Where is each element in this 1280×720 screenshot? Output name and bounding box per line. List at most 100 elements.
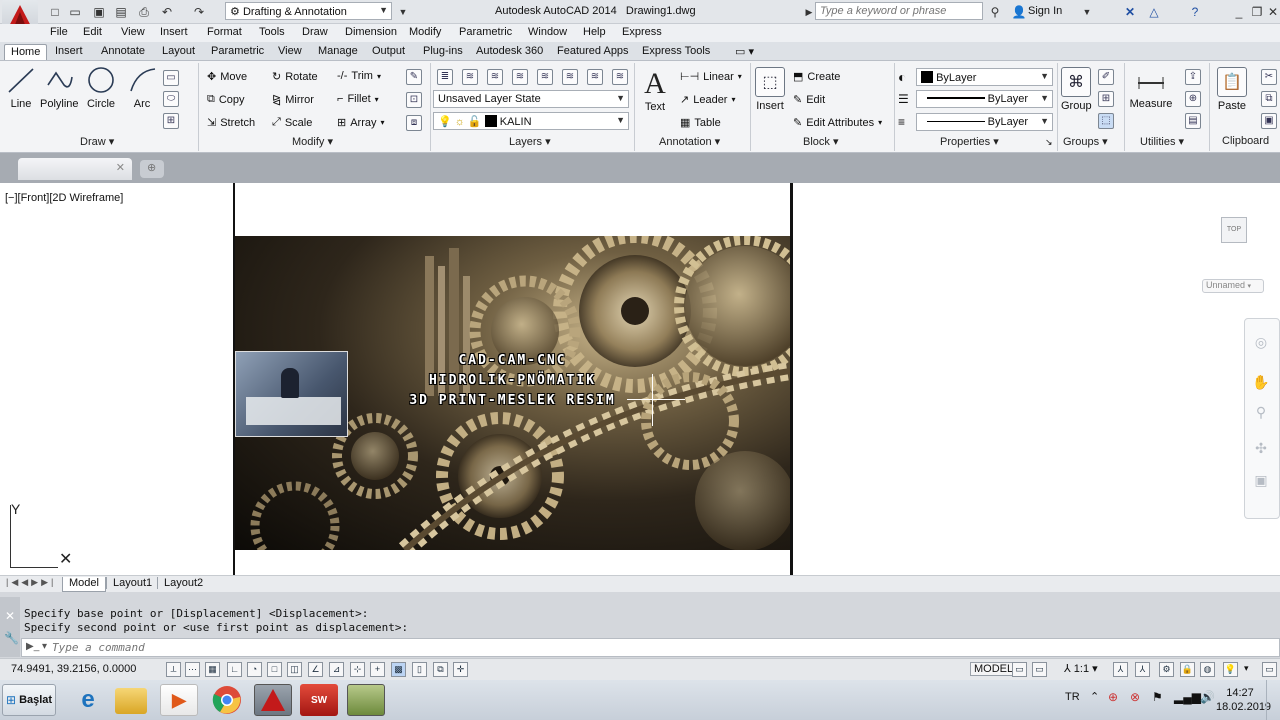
search-input[interactable] [815,2,983,20]
save-icon[interactable]: ▣ [90,3,108,21]
command-line[interactable]: ▶_ ▾ [21,638,1280,657]
circle-tool[interactable]: Circle [86,65,116,110]
edit-block-button[interactable]: ✎ Edit [793,93,825,107]
color-dropdown[interactable]: ByLayer ▼ [916,68,1053,86]
layer-state-dropdown[interactable]: Unsaved Layer State ▼ [433,90,629,108]
osnap-icon[interactable]: □ [267,662,282,677]
customize-qa-icon[interactable]: ▼ [394,3,412,21]
utilities-panel-title[interactable]: Utilities ▾ [1140,135,1184,148]
menu-window[interactable]: Window [528,26,567,38]
menu-draw[interactable]: Draw [302,26,328,38]
tab-model[interactable]: Model [62,577,106,592]
lineweight-toggle-icon[interactable]: + [370,662,385,677]
annotation-visibility-icon[interactable]: ⅄ [1113,662,1128,677]
layer-icon[interactable]: ≋ [612,69,628,85]
workspace-dropdown[interactable]: ⚙ Drafting & Annotation ▼ [225,2,392,20]
menu-tools[interactable]: Tools [259,26,285,38]
calculator-icon[interactable]: ▤ [1185,113,1201,129]
cut-icon[interactable]: ✂ [1261,69,1277,85]
draw-more-icon[interactable]: ⊞ [163,113,179,129]
explode-icon[interactable]: ⊡ [406,92,422,108]
clipboard-panel-title[interactable]: Clipboard [1222,135,1269,147]
offset-icon[interactable]: ⧈ [406,115,422,131]
system-clock[interactable]: 14:27 18.02.2019 [1216,686,1271,714]
solidworks-2015-icon[interactable]: SW [300,684,338,716]
grid-icon[interactable]: ▦ [205,662,220,677]
isolate-objects-icon[interactable]: 💡 [1223,662,1238,677]
app-icon[interactable] [347,684,385,716]
linear-dimension-button[interactable]: ⊢⊣ Linear ▾ [680,70,742,84]
paste-tool[interactable]: 📋 Paste [1214,67,1250,112]
copy-base-icon[interactable]: ▣ [1261,113,1277,129]
quick-properties-icon[interactable]: ▯ [412,662,427,677]
edit-attributes-button[interactable]: ✎ Edit Attributes ▾ [793,116,882,130]
new-icon[interactable]: □ [46,3,64,21]
quick-view-drawings-icon[interactable]: ▭ [1032,662,1047,677]
file-explorer-icon[interactable] [115,688,147,714]
lineweight-dropdown[interactable]: ByLayer ▼ [916,90,1053,108]
stretch-button[interactable]: ⇲ Stretch [207,116,255,130]
viewcube-face[interactable]: TOP [1221,217,1247,243]
menu-edit[interactable]: Edit [83,26,102,38]
tray-app-icon[interactable]: ⊕ [1108,690,1118,704]
volume-icon[interactable]: 🔊 [1200,690,1215,704]
group-edit-icon[interactable]: ⊞ [1098,91,1114,107]
workspace-switch-icon[interactable]: ⚙ [1159,662,1174,677]
group-tool[interactable]: ⌘ Group [1061,67,1092,112]
help-icon[interactable]: ? [1186,3,1204,21]
menu-format[interactable]: Format [207,26,242,38]
text-tool[interactable]: A Text [640,67,670,113]
close-icon[interactable]: ✕ [5,609,15,623]
show-desktop-button[interactable] [1266,680,1280,720]
media-player-icon[interactable]: ▶ [160,684,198,716]
steering-wheel-icon[interactable]: ◎ [1249,331,1273,353]
mirror-button[interactable]: ⧎ Mirror [272,93,314,107]
id-point-icon[interactable]: ⊕ [1185,91,1201,107]
annotation-scale[interactable]: ⅄ 1:1 ▾ [1064,662,1098,675]
layer-icon[interactable]: ≋ [462,69,478,85]
viewport-controls[interactable]: [−][Front][2D Wireframe] [5,192,123,204]
tab-express-tools[interactable]: Express Tools [636,44,716,60]
tab-layout[interactable]: Layout [156,44,201,60]
menu-modify[interactable]: Modify [409,26,441,38]
start-button[interactable]: ⊞ Başlat [2,684,56,716]
sign-in-dropdown-icon[interactable]: ▼ [1078,3,1096,21]
exchange-icon[interactable]: ✕ [1121,3,1139,21]
draw-panel-title[interactable]: Draw ▾ [80,135,114,148]
dialog-launcher-icon[interactable]: ↘ [1045,137,1053,148]
layer-properties-icon[interactable]: ≣ [437,69,453,85]
orbit-icon[interactable]: ✣ [1249,437,1273,459]
measure-tool[interactable]: Measure [1128,69,1174,110]
polyline-tool[interactable]: Polyline [40,65,79,110]
copy-clip-icon[interactable]: ⧉ [1261,91,1277,107]
dyn-icon[interactable]: ⊹ [350,662,365,677]
tray-security-icon[interactable]: ⊗ [1130,690,1140,704]
linetype-dropdown[interactable]: ByLayer ▼ [916,113,1053,131]
coordinates-display[interactable]: 74.9491, 39.2156, 0.0000 [11,663,136,675]
layout-nav-arrows[interactable]: |◀◀▶▶| [6,577,56,588]
new-tab-button[interactable]: ⊕ [140,160,164,178]
properties-panel-title[interactable]: Properties ▾ [940,135,999,148]
scale-button[interactable]: ⤢ Scale [272,116,312,129]
selection-cycling-icon[interactable]: ⧉ [433,662,448,677]
close-icon[interactable]: ✕ [1264,3,1280,21]
layer-icon[interactable]: ≋ [487,69,503,85]
hardware-acceleration-icon[interactable]: ◍ [1200,662,1215,677]
tab-parametric[interactable]: Parametric [205,44,270,60]
tab-featured-apps[interactable]: Featured Apps [551,44,635,60]
rotate-button[interactable]: ↻ Rotate [272,70,318,84]
command-input[interactable] [52,640,652,655]
menu-express[interactable]: Express [622,26,662,38]
plot-icon[interactable]: ⎙ [135,3,153,21]
ungroup-icon[interactable]: ✐ [1098,69,1114,85]
tab-layout2[interactable]: Layout2 [157,577,209,589]
clean-screen-icon[interactable]: ▭ [1262,662,1277,677]
rectangle-icon[interactable]: ▭ [163,70,179,86]
ribbon-minimize-icon[interactable]: ▭ ▾ [735,45,754,58]
annotation-panel-title[interactable]: Annotation ▾ [659,135,720,148]
infer-constraints-icon[interactable]: ⟂ [166,662,181,677]
snap-mode-icon[interactable]: ⋯ [185,662,200,677]
match-properties-icon[interactable]: ◐ [898,69,906,85]
line-tool[interactable]: Line [6,65,36,110]
tab-home[interactable]: Home [4,44,48,60]
